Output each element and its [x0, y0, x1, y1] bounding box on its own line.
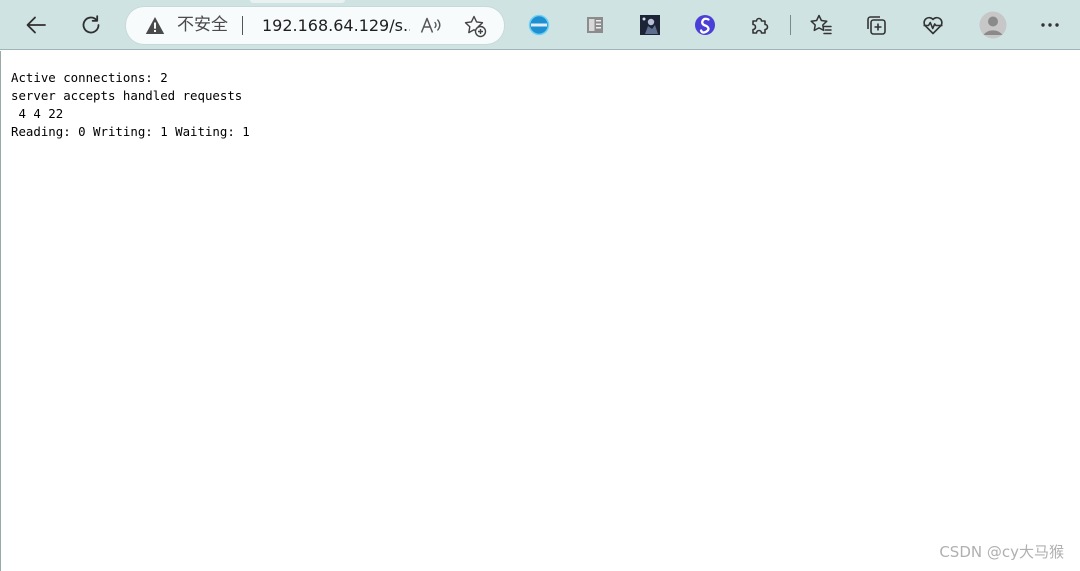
active-connections-line: Active connections: 2: [11, 70, 176, 85]
purple-s-extension-button[interactable]: [693, 13, 717, 37]
address-bar[interactable]: 不安全 192.168.64.129/s...: [126, 7, 504, 44]
more-menu-button[interactable]: [1038, 13, 1062, 37]
server-stats-header-line: server accepts handled requests: [11, 88, 243, 103]
toolbar-divider: [790, 15, 791, 35]
extensions-icon: [752, 17, 769, 34]
url-text[interactable]: 192.168.64.129/s...: [262, 15, 410, 36]
dark-image-extension-button[interactable]: [638, 13, 662, 37]
read-aloud-button[interactable]: [419, 13, 443, 37]
profile-button[interactable]: [979, 11, 1007, 39]
health-icon: [923, 16, 943, 35]
reading-writing-waiting-line: Reading: 0 Writing: 1 Waiting: 1: [11, 124, 258, 139]
purple-s-extension-icon: [695, 15, 715, 35]
collections-button[interactable]: [864, 13, 888, 37]
warning-icon[interactable]: [145, 16, 165, 35]
read-aloud-icon: [420, 17, 441, 33]
page-content: Active connections: 2 server accepts han…: [0, 51, 1080, 571]
magic-extension-button[interactable]: [527, 13, 551, 37]
magic-extension-icon: [528, 14, 550, 36]
security-label[interactable]: 不安全: [177, 14, 228, 36]
reader-extension-button[interactable]: [583, 13, 607, 37]
favorites-button[interactable]: [809, 13, 833, 37]
extensions-button[interactable]: [748, 13, 772, 37]
dark-image-extension-icon: [640, 15, 660, 35]
csdn-watermark: CSDN @cy大马猴: [939, 543, 1064, 561]
server-stats-values-line: 4 4 22: [11, 106, 71, 121]
more-menu-icon: [1041, 23, 1059, 27]
favorites-icon: [810, 14, 832, 35]
active-tab-indicator: [250, 0, 345, 3]
nginx-status-text: Active connections: 2 server accepts han…: [11, 69, 257, 141]
back-button[interactable]: [20, 9, 52, 41]
refresh-icon: [82, 15, 100, 34]
back-icon: [26, 16, 46, 34]
collections-icon: [867, 16, 886, 35]
reader-extension-icon: [587, 17, 603, 33]
browser-toolbar: 不安全 192.168.64.129/s...: [0, 0, 1080, 50]
address-separator: [242, 16, 243, 35]
add-favorite-icon: [464, 15, 487, 38]
refresh-button[interactable]: [75, 9, 107, 41]
profile-avatar: [979, 11, 1007, 39]
add-favorite-button[interactable]: [462, 13, 488, 39]
health-button[interactable]: [921, 13, 945, 37]
